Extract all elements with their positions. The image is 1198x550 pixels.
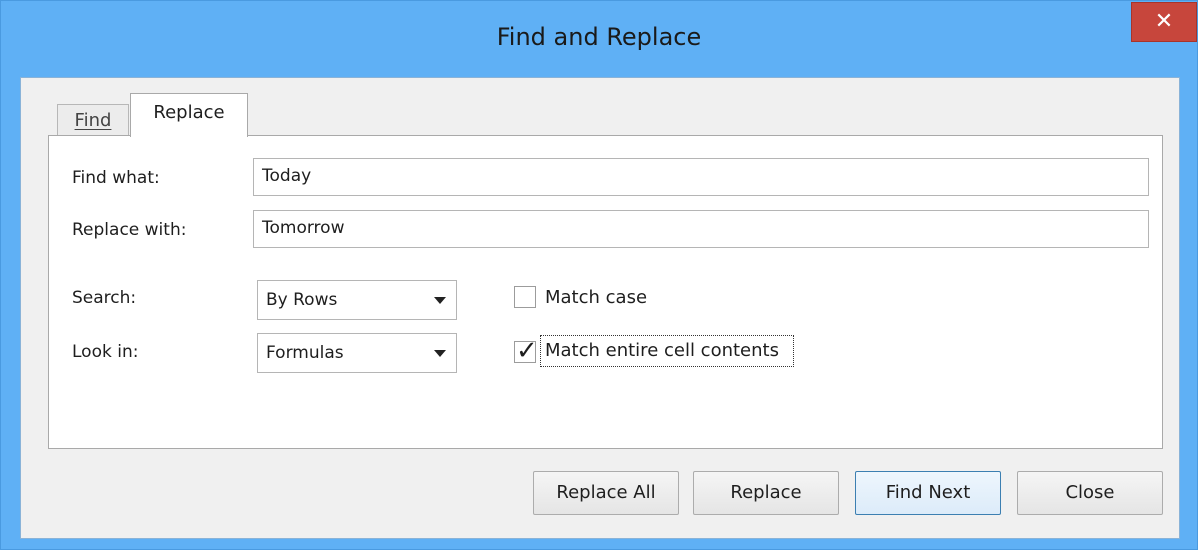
look-in-dropdown-value: Formulas: [266, 343, 344, 363]
find-what-input[interactable]: Today: [253, 158, 1149, 196]
dialog-title: Find and Replace: [496, 23, 702, 51]
close-icon: ✕: [1154, 9, 1174, 34]
search-dropdown-value: By Rows: [266, 290, 338, 310]
tab-find-label: Find: [74, 110, 112, 131]
find-next-button[interactable]: Find Next: [855, 471, 1001, 515]
match-entire-cell-checkbox[interactable]: ✓: [514, 336, 538, 366]
find-what-label: Find what:: [72, 168, 160, 188]
replace-panel: Find what: Today Replace with: Tomorrow …: [48, 135, 1163, 449]
replace-button[interactable]: Replace: [693, 471, 839, 515]
replace-with-label: Replace with:: [72, 220, 187, 240]
match-case-label[interactable]: Match case: [545, 287, 647, 308]
search-label: Search:: [72, 288, 137, 308]
title-bar[interactable]: Find and Replace ✕: [1, 1, 1197, 77]
checkmark-icon: ✓: [516, 336, 538, 366]
chevron-down-icon: [434, 350, 446, 357]
search-dropdown[interactable]: By Rows: [257, 280, 457, 320]
tab-find[interactable]: Find: [57, 104, 129, 136]
tab-replace[interactable]: Replace: [130, 93, 248, 137]
close-button[interactable]: Close: [1017, 471, 1163, 515]
look-in-label: Look in:: [72, 342, 139, 362]
tab-replace-label: Replace: [153, 102, 225, 123]
look-in-dropdown[interactable]: Formulas: [257, 333, 457, 373]
find-replace-dialog: Find and Replace ✕ Find Replace Find wha…: [0, 0, 1198, 550]
match-case-checkbox[interactable]: [514, 286, 536, 308]
close-window-button[interactable]: ✕: [1131, 2, 1197, 42]
chevron-down-icon: [434, 297, 446, 304]
dialog-body: Find Replace Find what: Today Replace wi…: [20, 77, 1180, 539]
replace-with-input[interactable]: Tomorrow: [253, 210, 1149, 248]
match-entire-cell-label[interactable]: Match entire cell contents: [545, 340, 779, 361]
replace-all-button[interactable]: Replace All: [533, 471, 679, 515]
